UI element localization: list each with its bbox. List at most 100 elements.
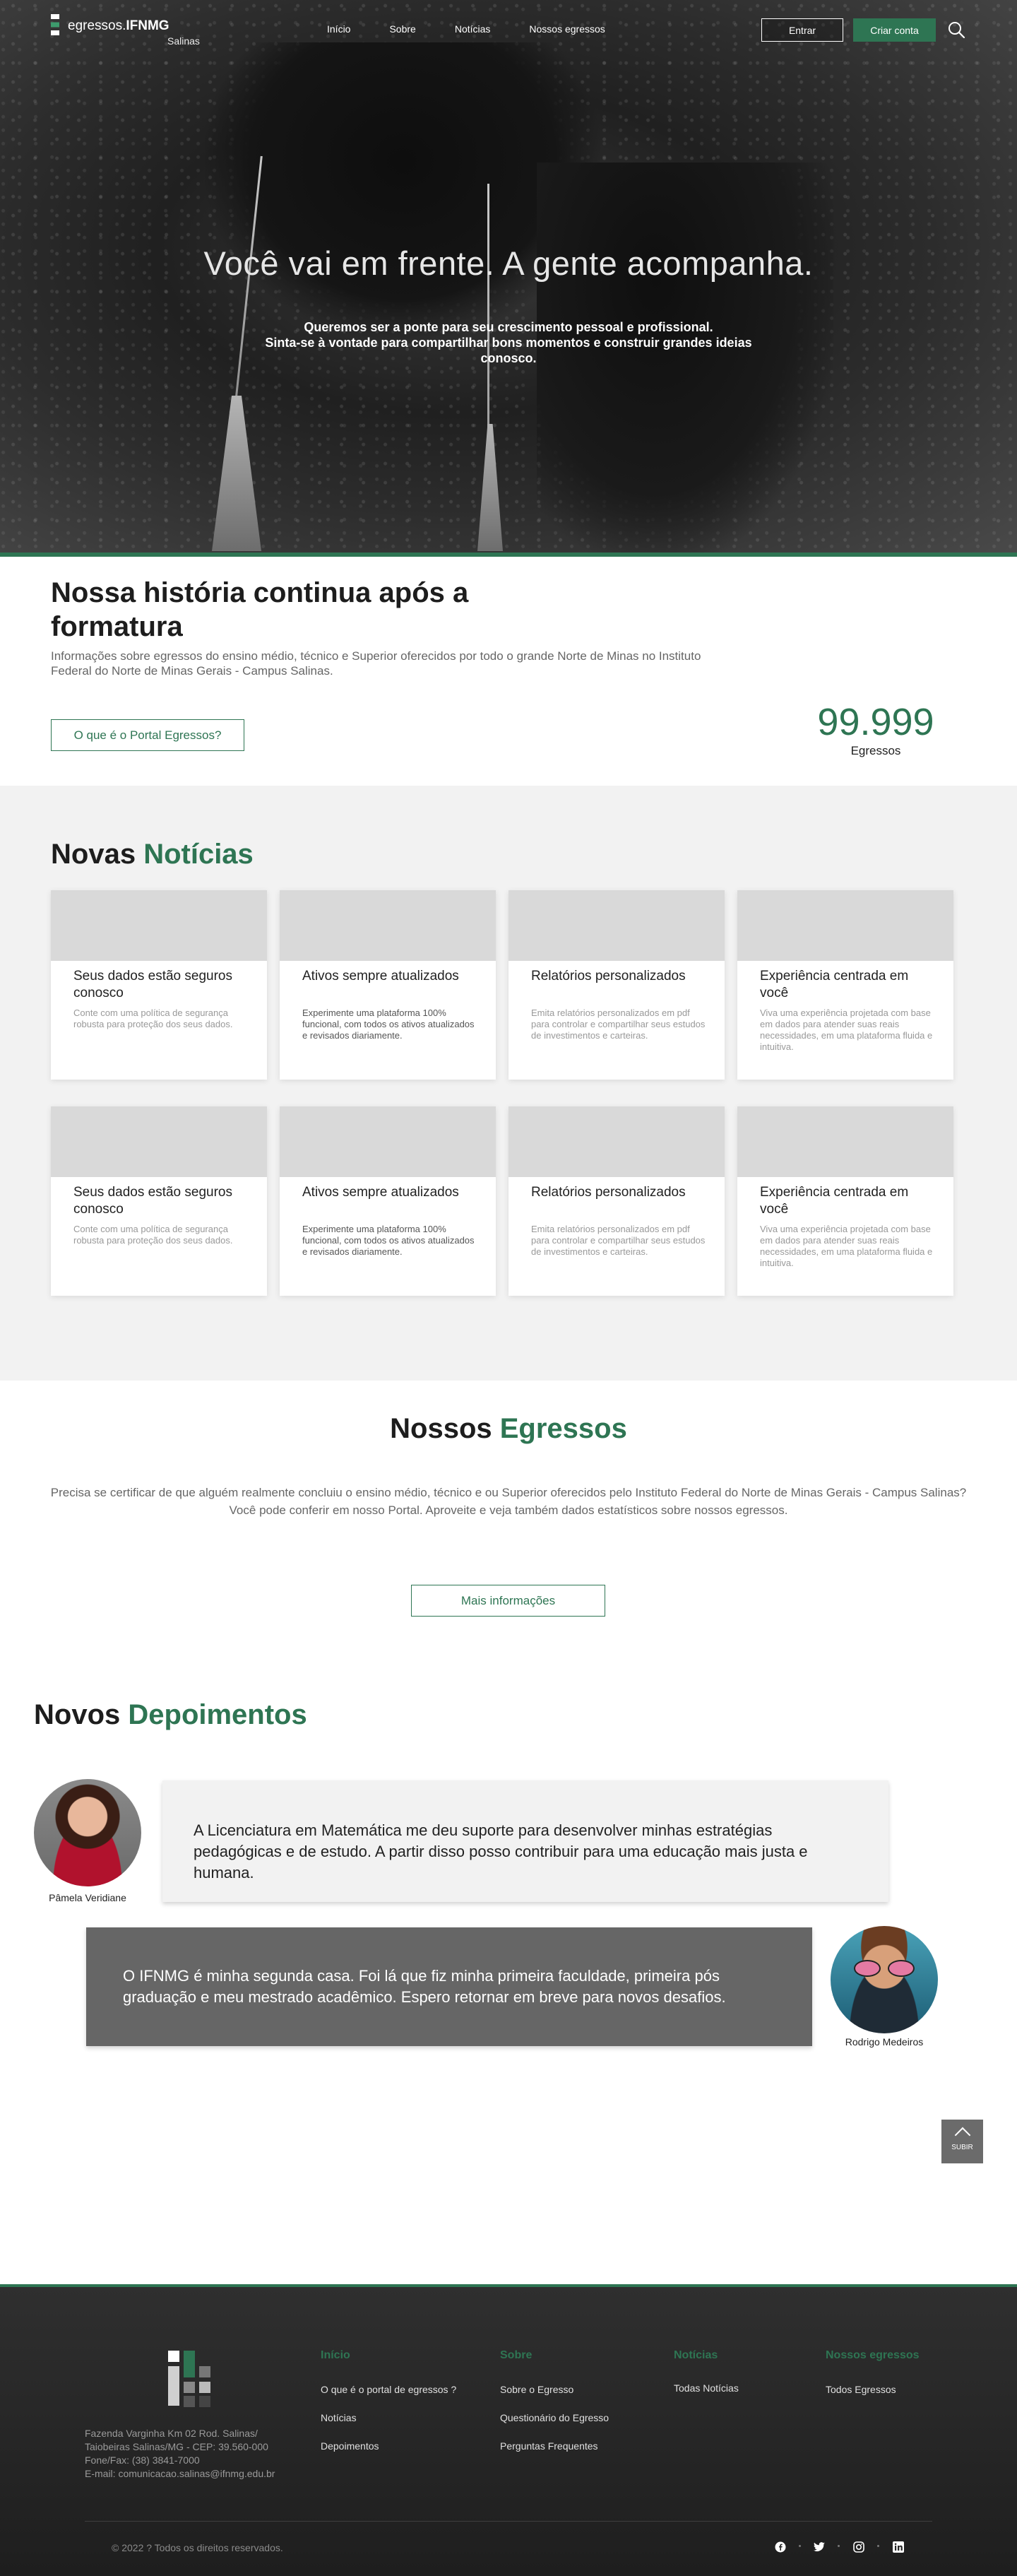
alumni-title: Nossos Egressos [0, 1413, 1017, 1445]
footer-divider [85, 2521, 932, 2522]
news-card[interactable]: Seus dados estão seguros conosco Conte co… [51, 1106, 267, 1296]
news-card-title: Seus dados estão seguros conosco [73, 969, 232, 1000]
news-title-b: Notícias [143, 839, 254, 870]
news-title: Novas Notícias [51, 839, 254, 870]
footer-link-todas-noticias[interactable]: Todas Notícias [674, 2382, 739, 2394]
hero-subtitle-line: Queremos ser a ponte para seu cresciment… [304, 320, 713, 334]
avatar [34, 1779, 141, 1886]
news-card[interactable]: Experiência centrada em você Viva uma exp… [737, 890, 953, 1080]
testimonials-title-a: Novos [34, 1699, 121, 1730]
footer-link-todos-egressos[interactable]: Todos Egressos [826, 2384, 896, 2395]
alumni-title-b: Egressos [499, 1413, 627, 1444]
news-card-title: Ativos sempre atualizados [302, 1185, 459, 1200]
footer-email: E-mail: comunicacao.salinas@ifnmg.edu.br [85, 2468, 275, 2479]
news-card[interactable]: Relatórios personalizados Emita relatório… [509, 890, 725, 1080]
news-card-image-placeholder [280, 1106, 496, 1177]
testimonial-author: Pâmela Veridiane [49, 1892, 126, 1903]
footer-link-depoimentos[interactable]: Depoimentos [321, 2440, 379, 2452]
graduation-tassel-image [477, 424, 503, 551]
more-info-button[interactable]: Mais informações [411, 1585, 605, 1617]
news-card-image-placeholder [737, 1106, 953, 1177]
news-card-text: Emita relatórios personalizados em pdf p… [531, 1224, 706, 1257]
news-card[interactable]: Ativos sempre atualizados Experimente uma… [280, 890, 496, 1080]
news-card-image-placeholder [51, 890, 267, 961]
copyright: © 2022 ? Todos os direitos reservados. [112, 2542, 283, 2553]
facebook-icon[interactable] [774, 2541, 787, 2553]
signup-button[interactable]: Criar conta [853, 18, 936, 42]
hero-divider [0, 553, 1017, 557]
news-card[interactable]: Experiência centrada em você Viva uma exp… [737, 1106, 953, 1296]
chevron-up-icon [954, 2127, 970, 2144]
alumni-counter-value: 99.999 [817, 701, 934, 743]
footer-link-noticias[interactable]: Notícias [321, 2412, 357, 2423]
hero-subtitle: Queremos ser a ponte para seu cresciment… [240, 319, 777, 366]
nav-link-sobre[interactable]: Sobre [389, 23, 415, 35]
back-to-top-button[interactable]: SUBIR [941, 2120, 983, 2163]
graduation-tassel-image [234, 155, 263, 410]
news-card[interactable]: Seus dados estão seguros conosco Conte co… [51, 890, 267, 1080]
footer-link-questionario[interactable]: Questionário do Egresso [500, 2412, 609, 2423]
footer-col-title-noticias: Notícias [674, 2349, 718, 2361]
news-card[interactable]: Ativos sempre atualizados Experimente uma… [280, 1106, 496, 1296]
news-card-text: Experimente uma plataforma 100% funciona… [302, 1224, 475, 1257]
footer-link-portal[interactable]: O que é o portal de egressos ? [321, 2384, 456, 2395]
news-card-image-placeholder [509, 1106, 725, 1177]
linkedin-icon[interactable] [892, 2541, 905, 2553]
news-card-text: Viva uma experiência projetada com base … [760, 1008, 933, 1052]
alumni-text: Precisa se certificar de que alguém real… [42, 1484, 975, 1519]
search-icon[interactable] [946, 20, 966, 40]
logo-mark-icon [51, 14, 59, 35]
nav-link-noticias[interactable]: Notícias [455, 23, 491, 35]
twitter-icon[interactable] [813, 2541, 826, 2553]
testimonials-title: Novos Depoimentos [34, 1699, 307, 1731]
avatar-glasses [854, 1960, 915, 1977]
testimonial-author: Rodrigo Medeiros [845, 2036, 924, 2048]
news-card-image-placeholder [509, 890, 725, 961]
alumni-counter-label: Egressos [850, 744, 901, 757]
logo-campus: Salinas [167, 35, 200, 47]
separator-dot [838, 2545, 840, 2547]
footer-col-title-inicio: Início [321, 2349, 350, 2361]
nav-links: Início Sobre Notícias Nossos egressos [327, 23, 644, 35]
page: Você vai em frente. A gente acompanha. Q… [0, 0, 1017, 2576]
nav-link-nossos-egressos[interactable]: Nossos egressos [529, 23, 605, 35]
alumni-text-line: Precisa se certificar de que alguém real… [50, 1486, 967, 1499]
footer-address-line: Taiobeiras Salinas/MG - CEP: 39.560-000 [85, 2441, 268, 2452]
history-title: Nossa história continua após a formatura [51, 577, 469, 642]
hero-subtitle-line: Sinta-se à vontade para compartilhar bon… [265, 336, 752, 365]
separator-dot [877, 2545, 879, 2547]
news-card-title: Experiência centrada em você [760, 1185, 909, 1217]
history-text: Informações sobre egressos do ensino méd… [51, 649, 701, 678]
footer-col-title-sobre: Sobre [500, 2349, 533, 2361]
footer-logo-icon [168, 2351, 210, 2407]
login-button[interactable]: Entrar [761, 18, 843, 42]
news-card-text: Conte com uma política de segurança robu… [73, 1224, 233, 1246]
footer-address: Fazenda Varginha Km 02 Rod. Salinas/ Tai… [85, 2427, 311, 2481]
footer-address-line: Fazenda Varginha Km 02 Rod. Salinas/ [85, 2428, 258, 2439]
news-title-a: Novas [51, 839, 136, 870]
footer-phone: Fone/Fax: (38) 3841-7000 [85, 2454, 200, 2466]
footer-link-faq[interactable]: Perguntas Frequentes [500, 2440, 598, 2452]
alumni-text-line: Você pode conferir em nosso Portal. Apro… [229, 1503, 788, 1517]
avatar [831, 1926, 938, 2033]
top-navigation: egressos.IFNMG Salinas Início Sobre Notí… [0, 0, 1017, 59]
logo-text: egressos.IFNMG [68, 18, 170, 34]
graduation-tassel-image [212, 396, 261, 551]
news-card-image-placeholder [280, 890, 496, 961]
instagram-icon[interactable] [852, 2541, 865, 2553]
news-card-title: Relatórios personalizados [531, 969, 686, 983]
logo-text-bold: IFNMG [126, 18, 170, 33]
testimonial-quote: A Licenciatura em Matemática me deu supo… [162, 1780, 888, 1902]
news-card-image-placeholder [737, 890, 953, 961]
footer-col-title-egressos: Nossos egressos [826, 2349, 920, 2361]
news-card[interactable]: Relatórios personalizados Emita relatório… [509, 1106, 725, 1296]
about-portal-button[interactable]: O que é o Portal Egressos? [51, 719, 244, 751]
nav-link-inicio[interactable]: Início [327, 23, 350, 35]
separator-dot [799, 2545, 801, 2547]
logo-text-regular: egressos. [68, 18, 126, 33]
footer-link-sobre-egresso[interactable]: Sobre o Egresso [500, 2384, 573, 2395]
testimonial-quote: O IFNMG é minha segunda casa. Foi lá que… [86, 1927, 812, 2046]
news-card-text: Experimente uma plataforma 100% funciona… [302, 1008, 475, 1041]
news-card-text: Conte com uma política de segurança robu… [73, 1008, 233, 1029]
hero-title: Você vai em frente. A gente acompanha. [203, 244, 814, 282]
